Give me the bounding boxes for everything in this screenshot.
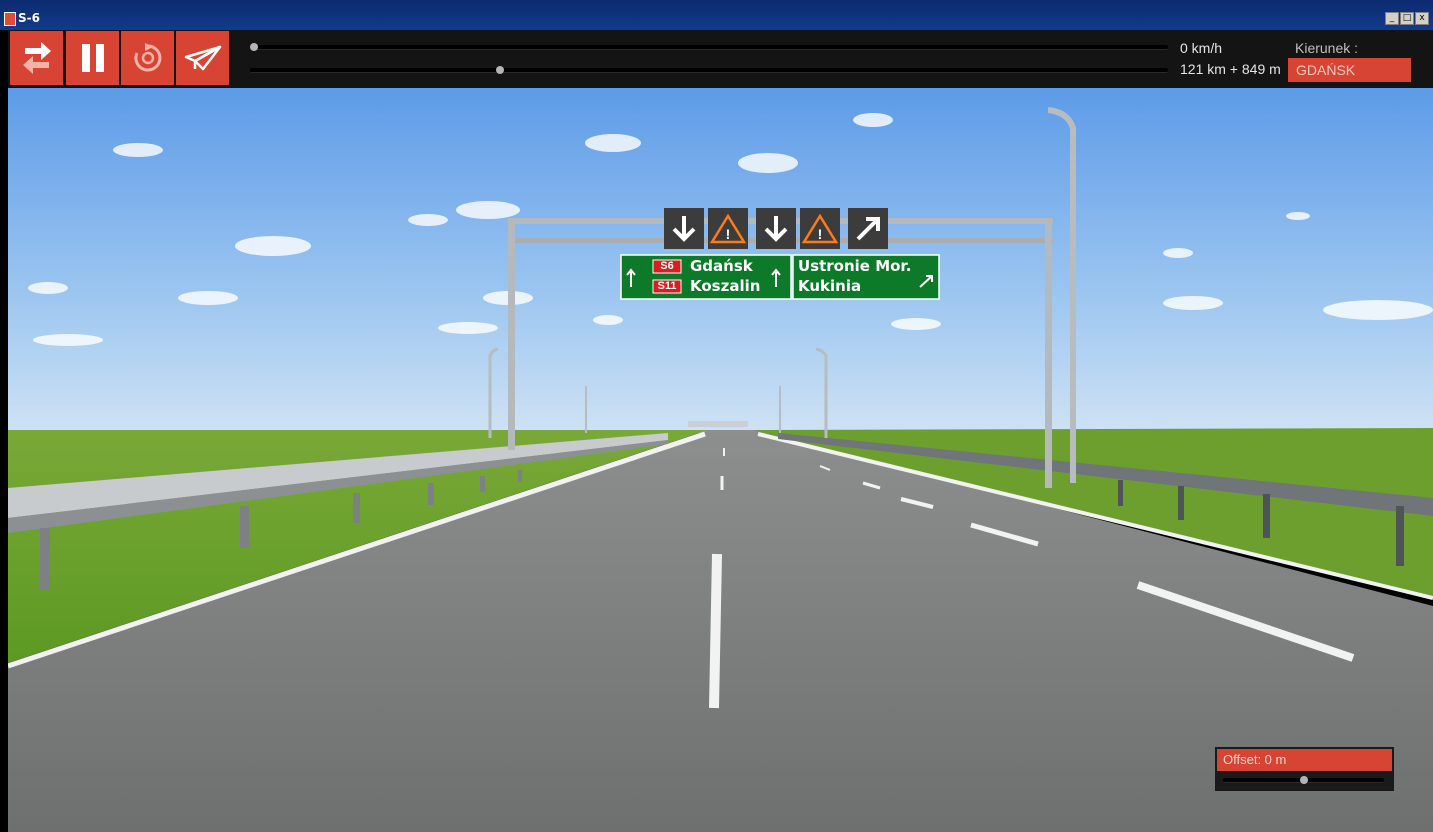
sign-city-koszalin: Koszalin <box>690 277 761 295</box>
distant-bridge <box>688 421 748 427</box>
pause-button[interactable] <box>66 31 119 85</box>
sign-city-kukinia: Kukinia <box>798 277 862 295</box>
restart-icon <box>133 43 161 72</box>
sign-city-ustronie: Ustronie Mor. <box>798 257 912 275</box>
direction-label: Kierunek : <box>1295 40 1359 56</box>
close-button[interactable]: x <box>1415 12 1429 25</box>
app-icon <box>4 12 16 26</box>
pause-icon <box>81 44 104 72</box>
restart-button[interactable] <box>121 31 174 85</box>
svg-text:!: ! <box>818 226 823 242</box>
send-button[interactable] <box>176 31 229 85</box>
position-readout: 121 km + 849 m <box>1180 61 1281 77</box>
svg-text:!: ! <box>726 226 731 242</box>
speed-slider[interactable] <box>250 43 1168 51</box>
offset-slider[interactable] <box>1223 776 1384 784</box>
toolbar <box>8 30 1433 88</box>
sign-city-gdansk: Gdańsk <box>690 257 753 275</box>
route-badge-s11: S11 <box>657 280 677 292</box>
offset-slider-knob[interactable] <box>1299 776 1308 784</box>
route-badge-s6: S6 <box>660 260 674 272</box>
swap-arrows-icon <box>22 42 51 74</box>
road-scene: ! ! <box>8 88 1433 832</box>
position-slider[interactable] <box>250 66 1168 74</box>
maximize-button[interactable]: □ <box>1400 12 1414 25</box>
speed-slider-knob[interactable] <box>250 43 258 51</box>
window-title: S-6 <box>18 11 40 25</box>
swap-direction-button[interactable] <box>10 31 63 85</box>
position-slider-knob[interactable] <box>495 66 504 74</box>
direction-selector[interactable]: GDAŃSK <box>1288 58 1411 82</box>
paper-plane-icon <box>184 45 221 71</box>
offset-panel: Offset: 0 m <box>1215 747 1394 791</box>
minimize-button[interactable]: _ <box>1385 12 1399 25</box>
variable-message-signs: ! ! <box>664 208 888 249</box>
speed-readout: 0 km/h <box>1180 40 1223 56</box>
offset-label: Offset: 0 m <box>1217 749 1392 771</box>
title-bar: S-6 _ □ x <box>0 0 1433 30</box>
window-controls: _ □ x <box>1385 12 1429 25</box>
road-viewport[interactable]: ! ! S6 S11 Gdańsk Koszalin Ustronie Mor.… <box>8 88 1433 832</box>
direction-value: GDAŃSK <box>1296 62 1356 78</box>
